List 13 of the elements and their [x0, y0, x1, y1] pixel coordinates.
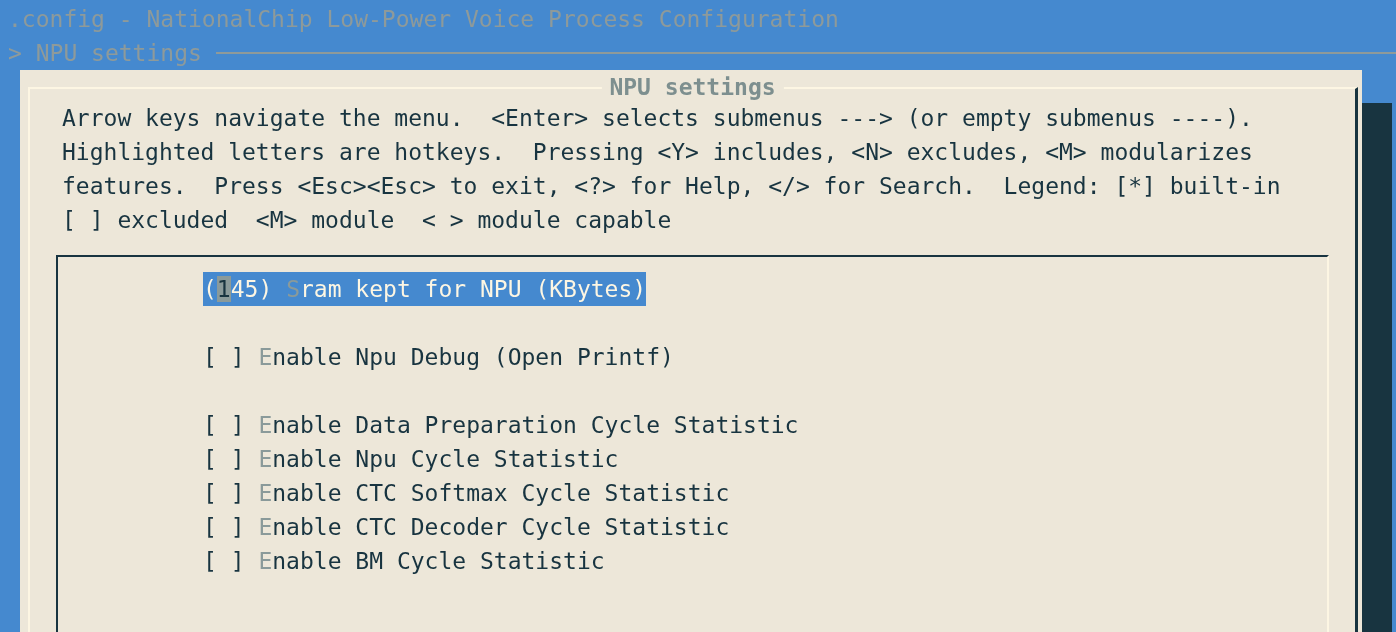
- menu-item[interactable]: [ ] Enable CTC Decoder Cycle Statistic: [203, 510, 730, 544]
- help-text: Highlighted letters are hotkeys. Pressing <Y> includes, <N> excludes, <M> modularizes: [62, 138, 1253, 167]
- window-title: .config - NationalChip Low-Power Voice Process Configuration: [7, 5, 840, 34]
- menu-item[interactable]: [ ] Enable Npu Cycle Statistic: [203, 442, 619, 476]
- menu-item[interactable]: [ ] Enable CTC Softmax Cycle Statistic: [203, 476, 730, 510]
- help-text: features. Press <Esc><Esc> to exit, <?> for Help, </> for Search. Legend: [*] built-in: [62, 172, 1281, 201]
- menu-item[interactable]: [ ] Enable Npu Debug (Open Printf): [203, 340, 674, 374]
- help-text: Arrow keys navigate the menu. <Enter> selects submenus ---> (or empty submenus ----).: [62, 104, 1253, 133]
- menu-item[interactable]: [ ] Enable BM Cycle Statistic: [203, 544, 605, 578]
- menu-item[interactable]: [ ] Enable Data Preparation Cycle Statistic: [203, 408, 799, 442]
- help-text: [ ] excluded <M> module < > module capable: [62, 206, 672, 235]
- menu-item[interactable]: (145) Sram kept for NPU (KBytes): [203, 272, 647, 306]
- breadcrumb: > NPU settings: [8, 39, 202, 68]
